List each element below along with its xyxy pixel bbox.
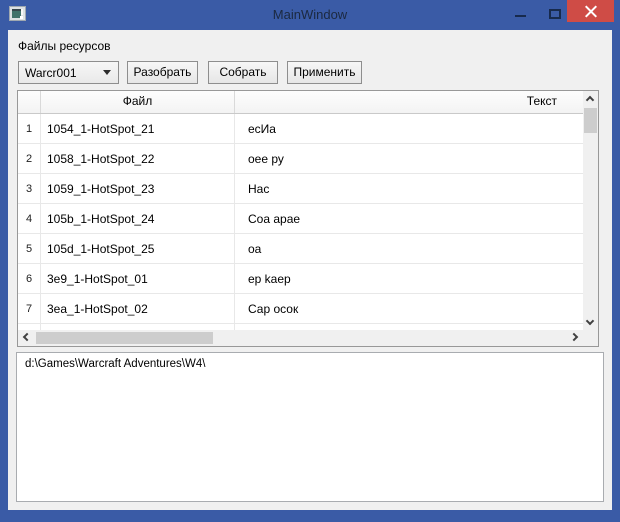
scrollbar-corner [583, 330, 598, 346]
table-row: 5 105d_1-HotSpot_25 оа [18, 234, 583, 264]
cell-file[interactable]: 1054_1-HotSpot_21 [41, 114, 235, 143]
row-number[interactable]: 5 [18, 234, 41, 263]
resource-combobox[interactable]: Warcr001 [18, 61, 119, 84]
scroll-up-icon[interactable] [585, 95, 595, 105]
cell-text[interactable]: есИа [235, 114, 583, 143]
cell-file[interactable]: 3ea_1-HotSpot_02 [41, 294, 235, 323]
table-row: 7 3ea_1-HotSpot_02 Сар осок [18, 294, 583, 324]
path-textbox[interactable]: d:\Games\Warcraft Adventures\W4\ [16, 352, 604, 502]
table-header: Файл Текст [18, 91, 583, 114]
maximize-button[interactable] [540, 0, 570, 28]
vertical-scrollbar-thumb[interactable] [584, 108, 597, 133]
row-header-column[interactable] [18, 91, 41, 113]
table-row: 2 1058_1-HotSpot_22 оее ру [18, 144, 583, 174]
scroll-right-icon[interactable] [569, 332, 579, 342]
resource-files-label: Файлы ресурсов [18, 39, 111, 53]
resource-combobox-value: Warcr001 [25, 65, 77, 80]
cell-text[interactable]: оа [235, 234, 583, 263]
column-header-file[interactable]: Файл [41, 91, 235, 113]
window-content: Файлы ресурсов Warcr001 Разобрать Собрат… [8, 30, 612, 510]
cell-text[interactable]: Нас [235, 174, 583, 203]
close-icon [584, 5, 597, 18]
horizontal-scrollbar[interactable] [18, 330, 583, 346]
cell-file[interactable]: 1058_1-HotSpot_22 [41, 144, 235, 173]
column-header-text[interactable]: Текст [235, 91, 583, 113]
dropdown-arrow-icon [103, 70, 111, 75]
cell-text[interactable]: Сар осок [235, 294, 583, 323]
close-button[interactable] [567, 0, 614, 22]
apply-button[interactable]: Применить [287, 61, 362, 84]
scroll-down-icon[interactable] [585, 316, 595, 326]
minimize-icon [515, 15, 526, 17]
table-row: 3 1059_1-HotSpot_23 Нас [18, 174, 583, 204]
horizontal-scrollbar-thumb[interactable] [36, 332, 213, 344]
title-bar[interactable]: MainWindow [0, 0, 620, 30]
cell-file[interactable]: 105b_1-HotSpot_24 [41, 204, 235, 233]
main-window: MainWindow Файлы ресурсов Warcr001 Разоб… [0, 0, 620, 522]
row-number[interactable]: 6 [18, 264, 41, 293]
parse-button[interactable]: Разобрать [127, 61, 198, 84]
cell-file[interactable]: 3e9_1-HotSpot_01 [41, 264, 235, 293]
build-button[interactable]: Собрать [208, 61, 278, 84]
table-row: 1 1054_1-HotSpot_21 есИа [18, 114, 583, 144]
table-row: 6 3e9_1-HotSpot_01 ер kаер [18, 264, 583, 294]
maximize-icon [549, 9, 561, 19]
table-body: 1 1054_1-HotSpot_21 есИа 2 1058_1-HotSpo… [18, 114, 583, 330]
cell-text[interactable]: ер kаер [235, 264, 583, 293]
cell-file[interactable]: 1059_1-HotSpot_23 [41, 174, 235, 203]
cell-text[interactable]: оее ру [235, 144, 583, 173]
cell-file[interactable]: 105d_1-HotSpot_25 [41, 234, 235, 263]
resource-table: Файл Текст 1 1054_1-HotSpot_21 есИа 2 10… [17, 90, 599, 347]
minimize-button[interactable] [505, 0, 535, 28]
scroll-left-icon[interactable] [22, 332, 32, 342]
row-number[interactable]: 3 [18, 174, 41, 203]
row-number[interactable]: 4 [18, 204, 41, 233]
table-row: 4 105b_1-HotSpot_24 Соа арае [18, 204, 583, 234]
row-number[interactable]: 1 [18, 114, 41, 143]
cell-text[interactable]: Соа арае [235, 204, 583, 233]
vertical-scrollbar[interactable] [583, 91, 598, 330]
row-number[interactable]: 2 [18, 144, 41, 173]
row-number[interactable]: 7 [18, 294, 41, 323]
